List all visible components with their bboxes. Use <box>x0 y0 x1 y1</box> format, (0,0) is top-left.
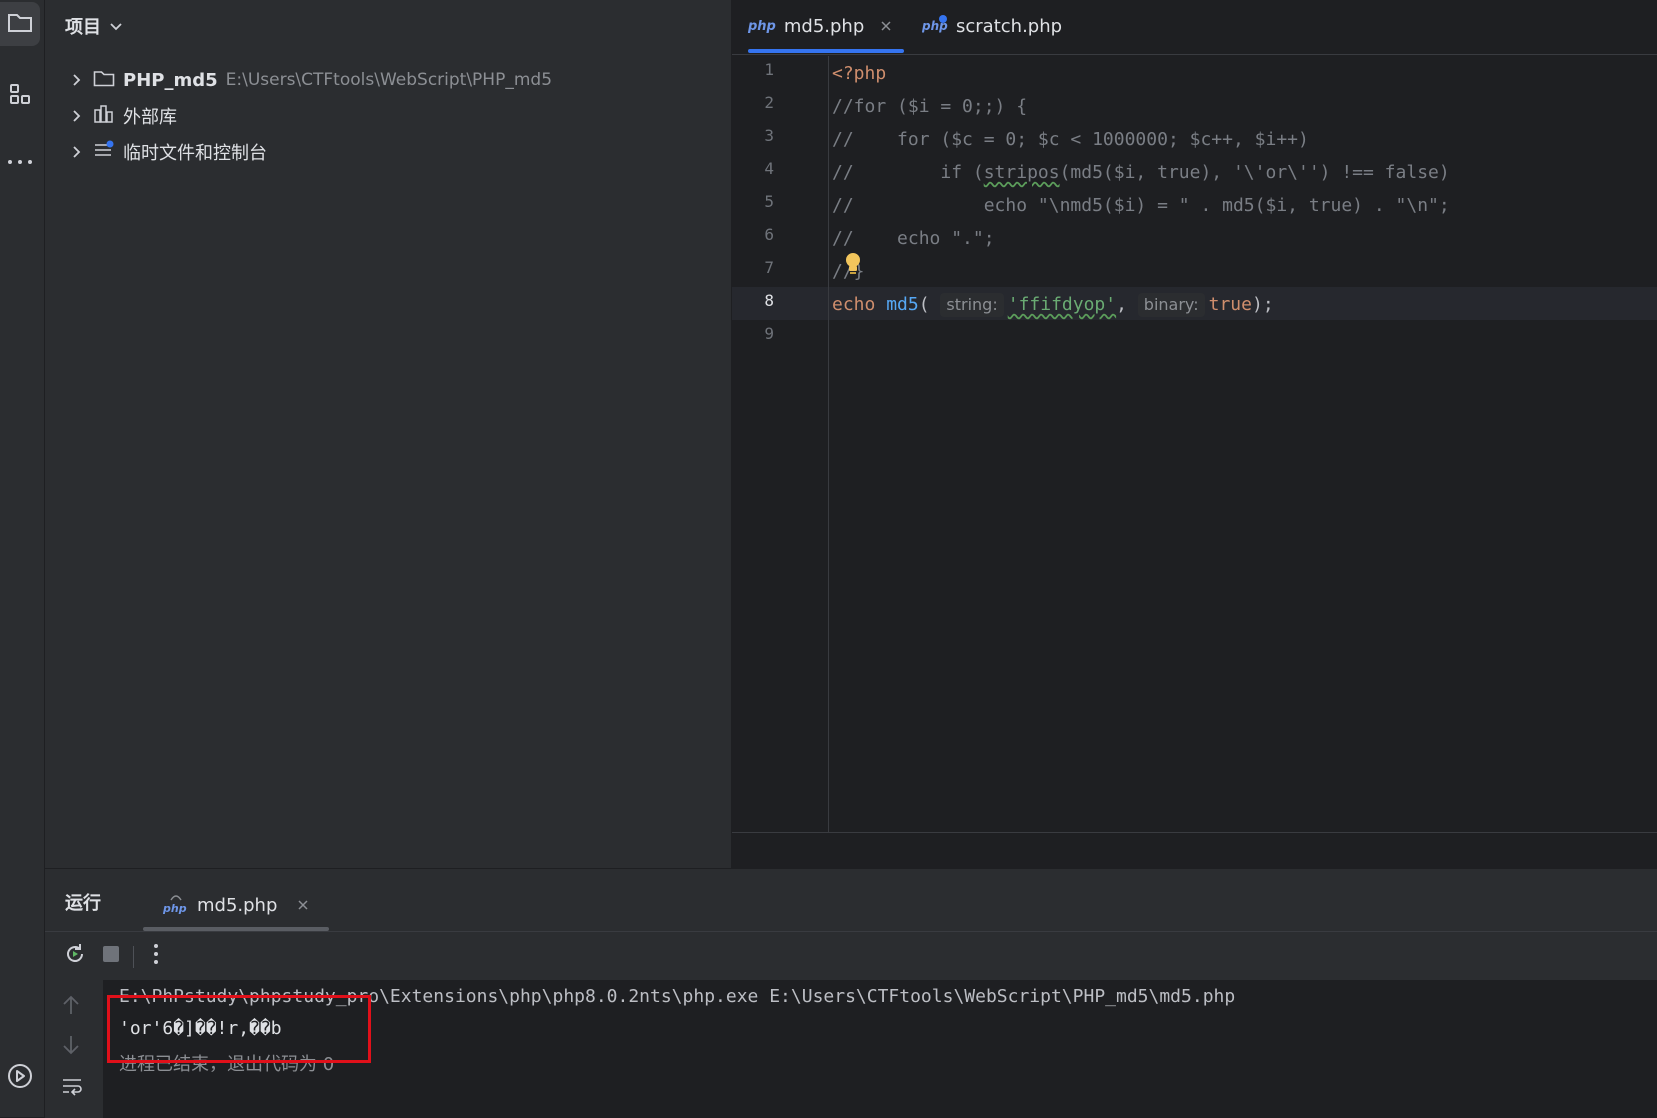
stop-button[interactable] <box>97 942 125 970</box>
tree-item-scratches[interactable]: 临时文件和控制台 <box>69 136 267 168</box>
line-number-current: 8 <box>764 291 774 310</box>
run-tab-md5-php[interactable]: php md5.php <box>143 879 330 931</box>
editor-tab-bar: php md5.php php scratch.php <box>732 0 1657 55</box>
chevron-right-icon[interactable] <box>69 108 85 124</box>
php-file-icon: php <box>748 18 776 34</box>
code-line: //for ($i = 0;;) { <box>832 96 1028 117</box>
line-number: 9 <box>764 324 774 343</box>
rerun-icon <box>63 942 87 971</box>
code-token: echo <box>832 294 876 315</box>
rerun-button[interactable] <box>61 942 89 970</box>
code-token: , <box>1116 294 1127 315</box>
more-tools-button[interactable] <box>0 138 40 182</box>
code-line-current: echo md5( string:'ffifdyop', binary: true… <box>832 288 1274 321</box>
soft-wrap-icon <box>61 1079 83 1101</box>
run-tab-label: md5.php <box>197 894 278 916</box>
chevron-right-icon[interactable] <box>69 144 85 160</box>
tree-item-label: 临时文件和控制台 <box>123 143 267 164</box>
tab-label: scratch.php <box>956 15 1063 37</box>
structure-tool-button[interactable] <box>0 74 40 118</box>
code-token: // if ( <box>832 162 984 183</box>
line-number: 4 <box>764 159 774 178</box>
scratches-icon <box>93 140 115 165</box>
highlight-annotation-box <box>107 995 371 1063</box>
php-scratch-file-icon: php <box>921 14 948 39</box>
lightbulb-icon[interactable] <box>844 252 862 281</box>
line-number: 5 <box>764 192 774 211</box>
editor-divider <box>732 832 1657 833</box>
close-icon[interactable] <box>297 895 309 916</box>
svg-text:php: php <box>163 902 187 914</box>
line-number: 3 <box>764 126 774 145</box>
code-token: ( <box>918 294 930 315</box>
more-horizontal-icon <box>7 150 33 171</box>
tree-item-path: E:\Users\CTFtools\WebScript\PHP_md5 <box>225 70 553 90</box>
code-token: true <box>1208 294 1252 315</box>
tab-label: md5.php <box>783 15 865 37</box>
console-side-toolbar <box>45 980 101 1118</box>
editor: php md5.php php scratch.php 1 2 3 4 5 6 … <box>732 0 1657 868</box>
code-token: ); <box>1251 294 1274 315</box>
run-services-icon <box>6 1062 34 1095</box>
toolbar-separator <box>133 946 134 968</box>
chevron-right-icon[interactable] <box>69 72 85 88</box>
code-line: <?php <box>832 63 887 84</box>
run-window-title: 运行 <box>65 893 101 914</box>
more-vertical-icon <box>153 943 159 970</box>
line-number: 7 <box>764 258 774 277</box>
library-icon <box>93 104 115 129</box>
code-line: // echo "."; <box>832 228 995 249</box>
services-tool-button[interactable] <box>0 1056 40 1100</box>
scroll-up-button[interactable] <box>61 994 81 1021</box>
line-number-gutter: 1 2 3 4 5 6 7 8 9 <box>732 56 829 832</box>
tree-item-label: PHP_md5 <box>123 69 218 91</box>
php-run-icon: php <box>162 892 189 919</box>
tree-item-php-md5[interactable]: PHP_md5 E:\Users\CTFtools\WebScript\PHP_… <box>69 64 552 96</box>
parameter-hint: string: <box>940 293 1004 317</box>
close-icon[interactable] <box>880 16 892 37</box>
run-tool-window: 运行 php md5.php E:\PhPstudy\phpstudy_pro\… <box>45 868 1657 1118</box>
arrow-up-icon <box>61 995 81 1021</box>
project-pane-title: 项目 <box>65 17 101 38</box>
stop-icon <box>101 944 121 969</box>
folder-icon <box>93 69 115 92</box>
line-number: 1 <box>764 60 774 79</box>
project-tool-button[interactable] <box>0 2 40 46</box>
code-token-string: 'ffifdyop' <box>1007 294 1117 315</box>
run-toolbar <box>45 931 1657 980</box>
tree-item-label: 外部库 <box>123 107 177 128</box>
code-token-typo: stripos <box>983 162 1060 183</box>
scroll-down-button[interactable] <box>61 1034 81 1061</box>
project-pane: 项目 PHP_md5 E:\Users\CTFtools\WebScript\P… <box>45 0 731 868</box>
chevron-down-icon <box>109 16 123 37</box>
activity-strip <box>0 0 45 1117</box>
code-line: // echo "\nmd5($i) = " . md5($i, true) .… <box>832 195 1450 216</box>
code-token: (md5($i, true), '\'or\'') !== false) <box>1059 162 1450 183</box>
tree-item-external-libraries[interactable]: 外部库 <box>69 100 177 132</box>
line-number: 2 <box>764 93 774 112</box>
line-number: 6 <box>764 225 774 244</box>
code-token: md5 <box>886 294 919 315</box>
tab-md5-php[interactable]: php md5.php <box>748 0 904 53</box>
parameter-hint: binary: <box>1137 293 1205 317</box>
code-line: // for ($c = 0; $c < 1000000; $c++, $i++… <box>832 129 1309 150</box>
folder-icon <box>7 11 33 38</box>
more-options-button[interactable] <box>142 942 170 970</box>
code-line: // if (stripos(md5($i, true), '\'or\'') … <box>832 156 1450 189</box>
arrow-down-icon <box>61 1036 81 1061</box>
structure-icon <box>8 82 32 111</box>
project-pane-header[interactable]: 项目 <box>65 12 123 40</box>
tab-scratch-php[interactable]: php scratch.php <box>921 0 1063 52</box>
soft-wrap-button[interactable] <box>61 1076 83 1101</box>
